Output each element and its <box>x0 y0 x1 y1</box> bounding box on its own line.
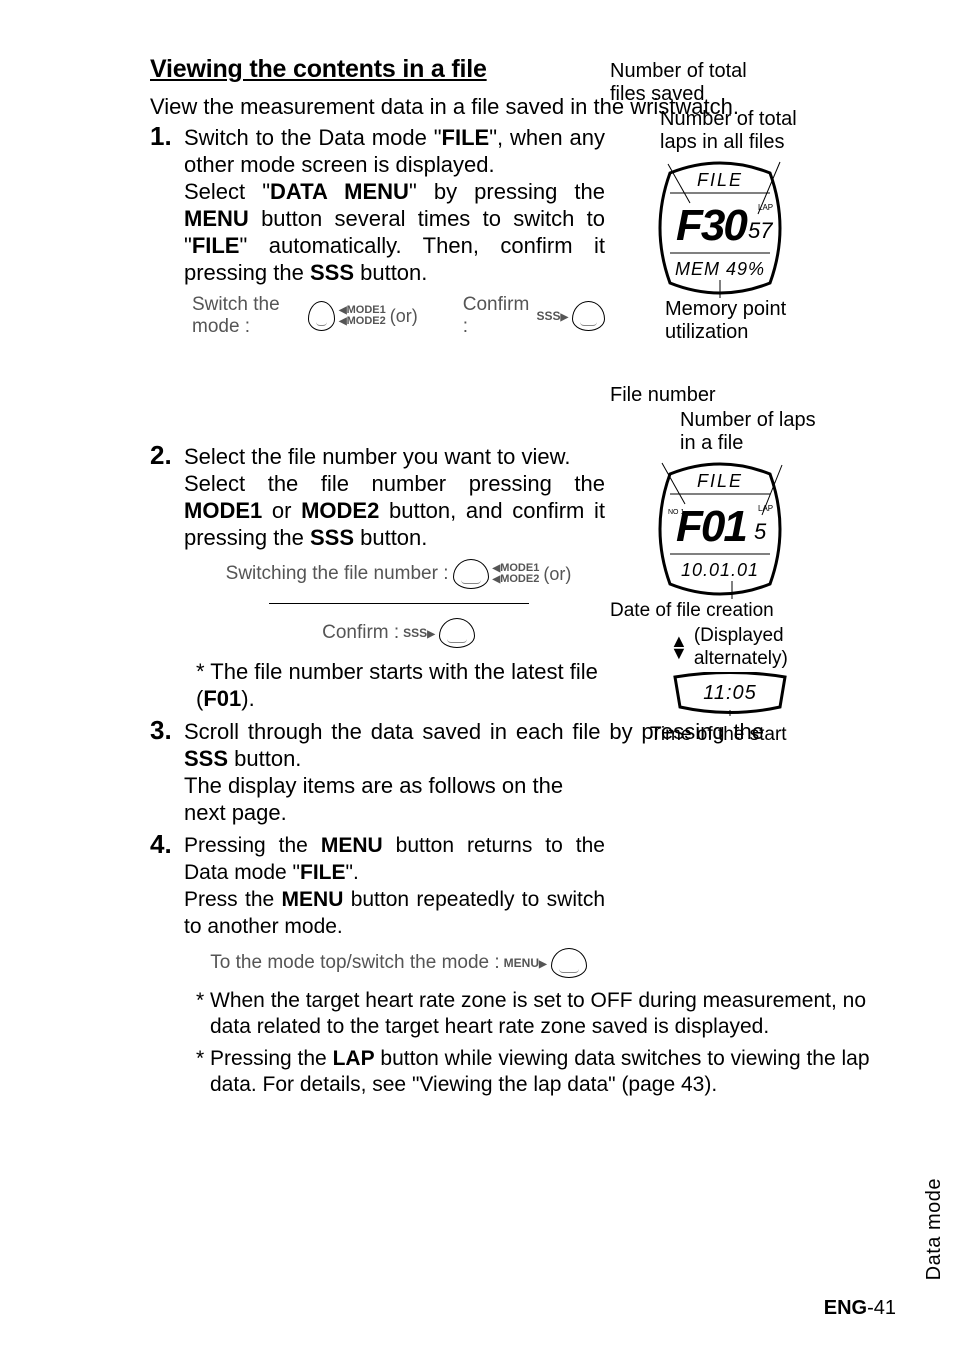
button-icon <box>453 559 489 589</box>
step-number: 4. <box>150 829 172 860</box>
watch-display-2: FILE NO 1 F01 LAP 5 10.01.01 <box>650 459 790 599</box>
svg-text:10.01.01: 10.01.01 <box>681 560 759 580</box>
label-file-number: File number <box>610 384 900 407</box>
confirm-hint-2: Confirm : SSS▶ <box>322 618 475 648</box>
svg-text:F30: F30 <box>676 201 748 250</box>
button-icon <box>572 301 605 331</box>
switch-file-hint: Switching the file number : ◀MODE1 ◀MODE… <box>226 559 572 589</box>
label-time-start: Time of the start <box>650 723 900 746</box>
confirm-hint: Confirm : SSS▶ <box>463 294 605 338</box>
footnote-2: * Pressing the LAP button while viewing … <box>150 1046 890 1098</box>
button-icon <box>439 618 475 648</box>
step-number: 1. <box>150 121 172 152</box>
step-2: 2. Select the file number you want to vi… <box>150 443 605 712</box>
watch-slice-time: 11:05 <box>670 672 900 721</box>
footnote-1: * When the target heart rate zone is set… <box>150 988 890 1040</box>
svg-text:57: 57 <box>748 218 773 243</box>
switch-mode-hint: Switch the mode : ◀MODE1 ◀MODE2 (or) <box>192 294 418 338</box>
label-displayed-alt: (Displayed alternately) <box>694 624 814 670</box>
step-number: 3. <box>150 715 172 746</box>
label-mem-util: Memory point utilization <box>665 298 825 344</box>
svg-text:F01: F01 <box>676 502 746 551</box>
svg-text:11:05: 11:05 <box>703 682 757 704</box>
mode-top-hint: To the mode top/switch the mode : MENU▶ <box>210 948 586 978</box>
svg-text:FILE: FILE <box>697 170 743 190</box>
side-tab: Data mode <box>923 1178 946 1280</box>
step-3: 3. Scroll through the data saved in each… <box>150 718 605 826</box>
button-icon <box>551 948 587 978</box>
label-total-files: Number of total files saved <box>610 60 770 106</box>
page-number: ENG-41 <box>824 1297 896 1320</box>
svg-text:5: 5 <box>754 519 767 544</box>
svg-text:MEM 49%: MEM 49% <box>675 259 765 279</box>
step-number: 2. <box>150 440 172 471</box>
step-4: 4. Pressing the MENU button returns to t… <box>150 832 605 978</box>
alternate-icon: ▲▼ <box>670 635 688 659</box>
svg-text:FILE: FILE <box>697 471 743 491</box>
label-total-laps: Number of total laps in all files <box>660 108 820 154</box>
label-date-creation: Date of file creation <box>610 599 900 622</box>
watch-display-1: FILE F30 LAP 57 MEM 49% <box>650 158 790 298</box>
label-laps-file: Number of laps in a file <box>680 409 820 455</box>
step-1: 1. Switch to the Data mode "FILE", when … <box>150 124 605 338</box>
button-icon <box>308 301 335 331</box>
